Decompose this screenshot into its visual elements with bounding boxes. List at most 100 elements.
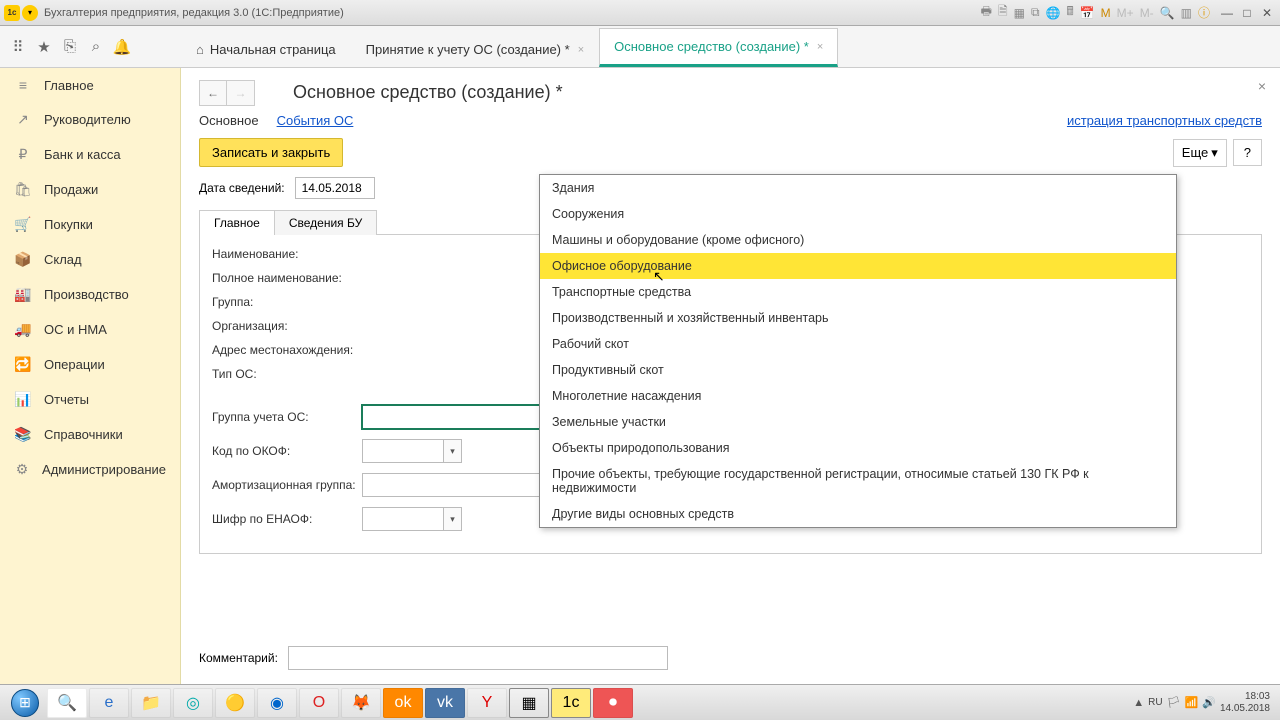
dropdown-option[interactable]: Производственный и хозяйственный инвента… [540, 305, 1176, 331]
comment-input[interactable] [288, 646, 668, 670]
sidebar-item[interactable]: ₽Банк и касса [0, 137, 180, 172]
tab-label: Основное средство (создание) * [614, 39, 809, 54]
dropdown-option[interactable]: Транспортные средства [540, 279, 1176, 305]
apps-icon[interactable]: ⠿ [6, 35, 30, 59]
grid-icon[interactable]: ▦ [1014, 6, 1025, 20]
dropdown-option[interactable]: Другие виды основных средств [540, 501, 1176, 527]
close-tab-icon[interactable]: × [578, 44, 584, 56]
dropdown-option[interactable]: Рабочий скот [540, 331, 1176, 357]
sidebar-item[interactable]: 🛒Покупки [0, 207, 180, 242]
dropdown-option[interactable]: Сооружения [540, 201, 1176, 227]
taskbar-explorer[interactable]: 📁 [131, 688, 171, 718]
minimize-button[interactable]: — [1218, 5, 1236, 21]
taskbar-1c[interactable]: 1c [551, 688, 591, 718]
enaof-combo[interactable]: ▾ [362, 507, 462, 531]
close-tab-icon[interactable]: × [817, 41, 823, 53]
taskbar-vk[interactable]: vk [425, 688, 465, 718]
taskbar-chrome[interactable]: 🟡 [215, 688, 255, 718]
sidebar-item[interactable]: 📊Отчеты [0, 382, 180, 417]
doc-icon[interactable]: 🗎 [998, 2, 1008, 23]
dropdown-button[interactable]: ▾ [443, 440, 461, 462]
info-icon[interactable]: ⓘ [1198, 4, 1210, 21]
taskbar-app1[interactable]: ◎ [173, 688, 213, 718]
taskbar-yandex[interactable]: Y [467, 688, 507, 718]
taskbar-task1[interactable]: ▦ [509, 688, 549, 718]
zoom-icon[interactable]: 🔍 [1160, 6, 1175, 20]
sidebar-item-label: Продажи [44, 182, 98, 197]
sidebar-item[interactable]: 🔁Операции [0, 347, 180, 382]
m-minus-icon[interactable]: M- [1140, 6, 1154, 20]
tray-lang[interactable]: RU [1148, 697, 1162, 708]
dropdown-option[interactable]: Земельные участки [540, 409, 1176, 435]
globe-icon[interactable]: 🌐 [1046, 6, 1061, 20]
tab-label: Принятие к учету ОС (создание) * [366, 42, 570, 57]
dropdown-button[interactable]: ▾ [443, 508, 461, 530]
dropdown-option[interactable]: Машины и оборудование (кроме офисного) [540, 227, 1176, 253]
date-input[interactable] [295, 177, 375, 199]
m-plus-icon[interactable]: M+ [1117, 6, 1134, 20]
taskbar-ok[interactable]: ok [383, 688, 423, 718]
star-icon[interactable]: ★ [32, 35, 56, 59]
sidebar-icon: ₽ [14, 146, 32, 163]
dropdown-option[interactable]: Многолетние насаждения [540, 383, 1176, 409]
tray-clock[interactable]: 18:03 14.05.2018 [1220, 691, 1270, 715]
more-button[interactable]: Еще ▾ [1173, 139, 1227, 167]
back-button[interactable]: ← [199, 80, 227, 106]
print-icon[interactable]: 🖶 [981, 2, 992, 23]
close-page-icon[interactable]: × [1258, 78, 1266, 94]
subtab-events[interactable]: События ОС [277, 113, 354, 130]
sidebar-item[interactable]: 📚Справочники [0, 417, 180, 452]
forward-button[interactable]: → [227, 80, 255, 106]
sidebar-item[interactable]: ≡Главное [0, 68, 180, 102]
tray-flag-icon[interactable]: 🏳 [1167, 696, 1181, 709]
tray-show-hidden[interactable]: ▲ [1133, 697, 1144, 709]
taskbar-mail[interactable]: ◉ [257, 688, 297, 718]
okof-input[interactable] [363, 440, 443, 462]
sidebar-item[interactable]: 🛍Продажи [0, 172, 180, 207]
inner-tab-main[interactable]: Главное [199, 210, 275, 235]
calc-icon[interactable]: 🖩 [1067, 2, 1074, 23]
calendar-icon[interactable]: 📅 [1080, 6, 1095, 20]
dropdown-option[interactable]: Продуктивный скот [540, 357, 1176, 383]
close-button[interactable]: ✕ [1258, 5, 1276, 21]
sidebar-item[interactable]: 📦Склад [0, 242, 180, 277]
tray-sound-icon[interactable]: 🔊 [1202, 696, 1216, 709]
bell-icon[interactable]: 🔔 [110, 35, 134, 59]
tab-home[interactable]: ⌂ Начальная страница [181, 31, 351, 67]
tab-fixed-asset[interactable]: Основное средство (создание) * × [599, 28, 838, 67]
window-buttons: — □ ✕ [1218, 5, 1276, 21]
start-button[interactable]: ⊞ [4, 688, 46, 718]
compare-icon[interactable]: ⧉ [1031, 5, 1040, 20]
okof-combo[interactable]: ▾ [362, 439, 462, 463]
taskbar-firefox[interactable]: 🦊 [341, 688, 381, 718]
search-icon[interactable]: ⌕ [84, 35, 108, 59]
dropdown-option[interactable]: Здания [540, 175, 1176, 201]
panel-icon[interactable]: ▥ [1181, 6, 1192, 20]
maximize-button[interactable]: □ [1238, 5, 1256, 21]
sidebar-item[interactable]: 🚚ОС и НМА [0, 312, 180, 347]
link-vehicle-registration[interactable]: истрация транспортных средств [1067, 113, 1262, 130]
taskbar-opera[interactable]: O [299, 688, 339, 718]
taskbar-ie[interactable]: e [89, 688, 129, 718]
tab-asset-acceptance[interactable]: Принятие к учету ОС (создание) * × [351, 31, 599, 67]
inner-tab-bu[interactable]: Сведения БУ [274, 210, 377, 235]
taskbar-recorder[interactable]: ⏺ [593, 688, 633, 718]
dropdown-option[interactable]: Объекты природопользования [540, 435, 1176, 461]
sidebar-item[interactable]: 🏭Производство [0, 277, 180, 312]
dropdown-option[interactable]: Офисное оборудование [540, 253, 1176, 279]
sidebar-item[interactable]: ↗Руководителю [0, 102, 180, 137]
sidebar-item[interactable]: ⚙Администрирование [0, 452, 180, 487]
subtab-main[interactable]: Основное [199, 113, 259, 130]
content-area: × ← → Основное средство (создание) * Осн… [181, 68, 1280, 684]
enaof-input[interactable] [363, 508, 443, 530]
label-name: Наименование: [212, 247, 362, 261]
help-button[interactable]: ? [1233, 139, 1262, 166]
page-title: Основное средство (создание) * [293, 82, 1262, 103]
app-menu-icon[interactable]: ▾ [22, 5, 38, 21]
dropdown-option[interactable]: Прочие объекты, требующие государственно… [540, 461, 1176, 501]
tray-network-icon[interactable]: 📶 [1185, 696, 1199, 709]
m-icon[interactable]: M [1101, 6, 1111, 20]
taskbar-search[interactable]: 🔍 [47, 688, 87, 718]
save-close-button[interactable]: Записать и закрыть [199, 138, 343, 167]
clipboard-icon[interactable]: ⎘ [58, 35, 82, 59]
